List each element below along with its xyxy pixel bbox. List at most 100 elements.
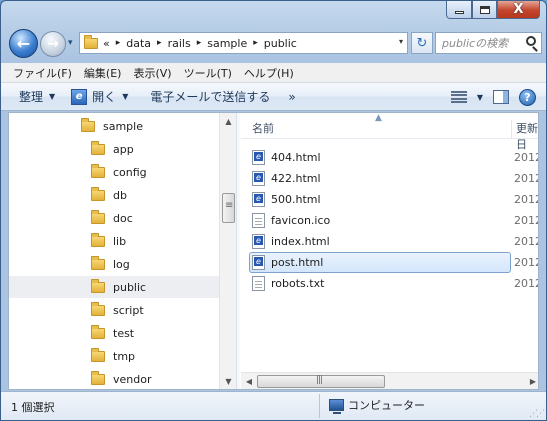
navigation-pane: sample app config db doc lib log public …	[9, 113, 219, 389]
maximize-icon	[479, 5, 490, 14]
file-row-404[interactable]: 404.html 2012	[249, 147, 538, 168]
more-commands-button[interactable]: »	[278, 83, 303, 110]
back-button[interactable]: ←	[9, 29, 38, 58]
chevron-right-icon[interactable]: ▸	[157, 38, 162, 48]
command-bar: 整理 ▼ e 開く ▼ 電子メールで送信する » ▼ ?	[1, 83, 546, 111]
organize-button[interactable]: 整理 ▼	[1, 83, 63, 110]
tree-item-sample[interactable]: sample	[9, 115, 219, 137]
column-name[interactable]: 名前	[252, 120, 274, 136]
more-commands-icon: »	[288, 89, 296, 104]
column-header: ▲ 名前 更新日	[241, 113, 538, 151]
menu-file[interactable]: ファイル(F)	[7, 65, 78, 81]
forward-button[interactable]: →	[40, 31, 66, 57]
close-button[interactable]: X	[497, 1, 540, 19]
file-date: 2012	[514, 172, 538, 185]
file-row-robots[interactable]: robots.txt 2012	[249, 273, 538, 294]
maximize-button[interactable]	[472, 1, 497, 19]
computer-icon	[329, 399, 344, 414]
folder-icon	[91, 209, 105, 224]
email-button[interactable]: 電子メールで送信する	[136, 83, 278, 110]
search-icon[interactable]	[526, 36, 536, 46]
file-row-422[interactable]: 422.html 2012	[249, 168, 538, 189]
tree-item-app[interactable]: app	[9, 138, 219, 160]
preview-pane-icon[interactable]	[493, 90, 509, 104]
breadcrumb-public[interactable]: public	[264, 37, 297, 50]
file-row-index[interactable]: index.html 2012	[249, 231, 538, 252]
tree-item-lib[interactable]: lib	[9, 230, 219, 252]
organize-label: 整理	[19, 90, 44, 104]
refresh-icon: ↻	[416, 35, 428, 51]
scrollbar-thumb[interactable]	[257, 375, 385, 388]
generic-file-icon	[252, 213, 265, 228]
chevron-right-icon[interactable]: ▸	[197, 38, 202, 48]
help-icon[interactable]: ?	[519, 88, 536, 106]
file-row-500[interactable]: 500.html 2012	[249, 189, 538, 210]
file-date: 2012	[514, 214, 538, 227]
open-button[interactable]: e 開く ▼	[63, 83, 136, 110]
folder-icon	[91, 140, 105, 155]
email-label: 電子メールで送信する	[150, 90, 271, 104]
folder-icon	[84, 34, 98, 49]
file-date: 2012	[514, 235, 538, 248]
content-area: sample app config db doc lib log public …	[8, 112, 539, 390]
tree-item-vendor[interactable]: vendor	[9, 368, 219, 389]
chevron-down-icon[interactable]: ▼	[477, 93, 483, 102]
menu-edit[interactable]: 編集(E)	[78, 65, 128, 81]
file-list-horizontal-scrollbar[interactable]: ◀ ▶	[241, 372, 538, 389]
html-file-icon	[252, 150, 265, 165]
menu-help[interactable]: ヘルプ(H)	[238, 65, 300, 81]
tree-item-db[interactable]: db	[9, 184, 219, 206]
close-icon: X	[513, 2, 524, 17]
back-arrow-icon: ←	[16, 34, 31, 53]
breadcrumb-overflow[interactable]: «	[103, 37, 110, 50]
folder-icon	[91, 324, 105, 339]
chevron-right-icon[interactable]: ▸	[253, 38, 258, 48]
refresh-button[interactable]: ↻	[411, 32, 433, 54]
selection-count: 1 個選択	[11, 401, 55, 414]
file-date: 2012	[514, 277, 538, 290]
search-box[interactable]: publicの検索	[435, 32, 542, 54]
breadcrumb: « ▸ data ▸ rails ▸ sample ▸ public	[103, 37, 297, 50]
address-dropdown-icon[interactable]: ▾	[399, 37, 403, 46]
resize-grip-icon[interactable]: ⋰⋰	[529, 409, 545, 419]
scroll-left-icon[interactable]: ◀	[241, 373, 257, 389]
file-name: robots.txt	[271, 277, 325, 290]
breadcrumb-data[interactable]: data	[126, 37, 151, 50]
breadcrumb-sample[interactable]: sample	[207, 37, 247, 50]
breadcrumb-rails[interactable]: rails	[168, 37, 191, 50]
folder-icon	[91, 278, 105, 293]
html-file-icon	[252, 192, 265, 207]
folder-icon	[91, 232, 105, 247]
scrollbar-thumb[interactable]	[222, 193, 235, 223]
tree-item-tmp[interactable]: tmp	[9, 345, 219, 367]
pane-splitter[interactable]	[236, 113, 240, 389]
menu-view[interactable]: 表示(V)	[127, 65, 177, 81]
file-date: 2012	[514, 151, 538, 164]
tree-item-log[interactable]: log	[9, 253, 219, 275]
recent-pages-button[interactable]: ▾	[68, 38, 73, 48]
scroll-right-icon[interactable]: ▶	[525, 373, 538, 389]
tree-item-test[interactable]: test	[9, 322, 219, 344]
column-date-modified[interactable]: 更新日	[511, 120, 538, 151]
tree-item-public[interactable]: public	[9, 276, 219, 298]
menu-tools[interactable]: ツール(T)	[178, 65, 238, 81]
tree-item-config[interactable]: config	[9, 161, 219, 183]
change-view-icon[interactable]	[450, 90, 467, 104]
minimize-button[interactable]	[446, 1, 472, 19]
tree-item-label: log	[113, 257, 130, 271]
tree-item-doc[interactable]: doc	[9, 207, 219, 229]
file-row-post[interactable]: post.html 2012	[249, 252, 538, 273]
file-row-favicon[interactable]: favicon.ico 2012	[249, 210, 538, 231]
folder-icon	[91, 255, 105, 270]
tree-item-label: vendor	[113, 372, 152, 386]
caption-buttons: X	[446, 1, 540, 19]
scroll-up-icon[interactable]: ▲	[220, 113, 237, 129]
scroll-down-icon[interactable]: ▼	[220, 373, 237, 389]
folder-icon	[91, 347, 105, 362]
address-bar[interactable]: « ▸ data ▸ rails ▸ sample ▸ public ▾	[79, 32, 408, 54]
navigation-pane-scrollbar[interactable]: ▲ ▼	[219, 113, 236, 389]
file-name: favicon.ico	[271, 214, 331, 227]
navigation-bar: ← → ▾ « ▸ data ▸ rails ▸ sample ▸ public…	[7, 27, 542, 61]
status-bar: 1 個選択 コンピューター ⋰⋰	[1, 391, 546, 420]
tree-item-script[interactable]: script	[9, 299, 219, 321]
